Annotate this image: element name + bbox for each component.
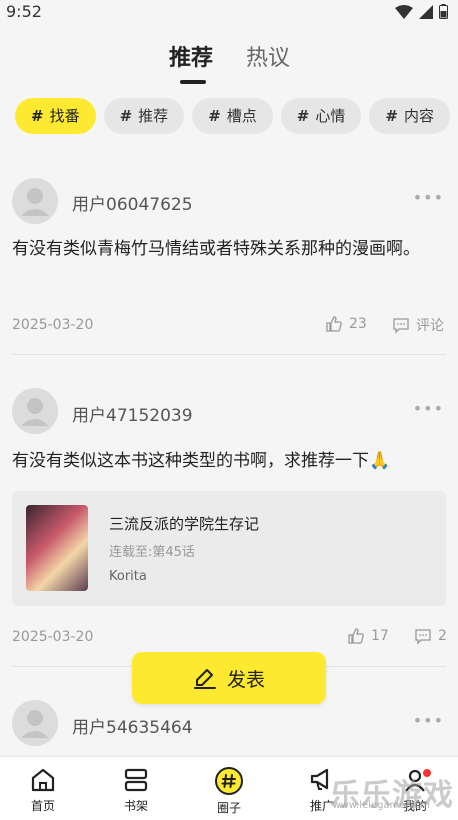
- post-date: 2025-03-20: [12, 317, 94, 333]
- post-card[interactable]: 用户47152039 ••• 有没有类似这本书这种类型的书啊，求推荐一下🙏 三流…: [0, 388, 458, 668]
- avatar[interactable]: [12, 388, 58, 434]
- tab-hot[interactable]: 热议: [246, 40, 290, 72]
- chip-label: 找番: [49, 107, 80, 125]
- chip-label: 槽点: [226, 107, 257, 125]
- wifi-icon: [395, 4, 413, 19]
- comment-button[interactable]: 评论: [392, 315, 444, 335]
- hash-icon: #: [119, 107, 133, 125]
- home-icon: [31, 768, 55, 792]
- post-card[interactable]: 用户54635464 •••: [0, 700, 458, 756]
- post-card[interactable]: 用户06047625 ••• 有没有类似青梅竹马情结或者特殊关系那种的漫画啊。 …: [0, 178, 458, 356]
- comment-count: 2: [438, 628, 447, 644]
- post-content[interactable]: 有没有类似这本书这种类型的书啊，求推荐一下🙏: [12, 446, 444, 477]
- like-count: 17: [371, 628, 389, 644]
- hash-icon: #: [208, 107, 221, 125]
- like-button[interactable]: 23: [325, 315, 367, 333]
- avatar[interactable]: [12, 178, 58, 224]
- book-title: 三流反派的学院生存记: [109, 515, 260, 533]
- hash-icon: #: [296, 107, 310, 125]
- comment-label: 评论: [416, 318, 444, 334]
- more-options-icon[interactable]: •••: [413, 399, 444, 418]
- book-progress: 连载至:第45话: [109, 545, 195, 560]
- watermark-url: www.lelegame.com: [332, 800, 430, 811]
- signal-icon: [419, 4, 433, 19]
- topic-chips: # 找番 # 推荐 # 槽点 # 心情 # 内容: [15, 98, 450, 134]
- chip-mood[interactable]: # 心情: [280, 98, 362, 134]
- default-avatar-icon: [21, 188, 49, 216]
- hash-icon: #: [31, 107, 44, 125]
- like-count: 23: [349, 316, 367, 332]
- bookshelf-icon: [124, 768, 148, 792]
- chip-complaints[interactable]: # 槽点: [192, 98, 273, 134]
- more-options-icon[interactable]: •••: [413, 711, 444, 730]
- thumbs-up-icon: [326, 316, 342, 332]
- chip-content[interactable]: # 内容: [369, 98, 450, 134]
- chip-label: 推荐: [138, 107, 169, 125]
- comment-button[interactable]: 2: [414, 627, 447, 645]
- chip-recommend[interactable]: # 推荐: [103, 98, 185, 134]
- comment-icon: [415, 629, 431, 645]
- nav-bookshelf[interactable]: 书架: [106, 767, 166, 814]
- comment-icon: [393, 318, 409, 334]
- tab-recommend[interactable]: 推荐: [169, 40, 213, 72]
- username[interactable]: 用户47152039: [72, 401, 193, 426]
- nav-label: 圈子: [216, 801, 241, 815]
- nav-label: 首页: [30, 799, 55, 813]
- publish-button[interactable]: 发表: [132, 652, 326, 704]
- hash-icon: #: [385, 107, 398, 125]
- top-tabs: 推荐 热议: [0, 38, 458, 90]
- book-cover: [26, 505, 88, 591]
- default-avatar-icon: [21, 398, 49, 426]
- username[interactable]: 用户06047625: [72, 190, 193, 215]
- status-icons: [395, 4, 448, 19]
- default-avatar-icon: [21, 710, 49, 738]
- battery-icon: [439, 4, 448, 19]
- active-tab-indicator: [180, 80, 206, 84]
- username[interactable]: 用户54635464: [72, 713, 193, 738]
- nav-label: 书架: [123, 799, 148, 813]
- nav-home[interactable]: 首页: [13, 767, 73, 814]
- book-card[interactable]: 三流反派的学院生存记 连载至:第45话 Korita: [12, 491, 446, 606]
- more-options-icon[interactable]: •••: [413, 188, 444, 207]
- like-button[interactable]: 17: [347, 627, 389, 645]
- status-time: 9:52: [6, 2, 42, 21]
- avatar[interactable]: [12, 700, 58, 746]
- chip-label: 内容: [403, 107, 434, 125]
- chip-find-anime[interactable]: # 找番: [15, 98, 96, 134]
- divider: [12, 354, 446, 355]
- nav-circle[interactable]: 圈子: [199, 767, 259, 816]
- chip-label: 心情: [315, 107, 346, 125]
- post-date: 2025-03-20: [12, 629, 94, 645]
- publish-label: 发表: [226, 668, 265, 691]
- status-bar: 9:52: [0, 0, 458, 26]
- circle-hash-icon: [215, 767, 243, 795]
- pen-icon: [193, 669, 216, 689]
- book-author: Korita: [109, 569, 147, 584]
- thumbs-up-icon: [348, 628, 364, 644]
- post-content[interactable]: 有没有类似青梅竹马情结或者特殊关系那种的漫画啊。: [12, 234, 444, 265]
